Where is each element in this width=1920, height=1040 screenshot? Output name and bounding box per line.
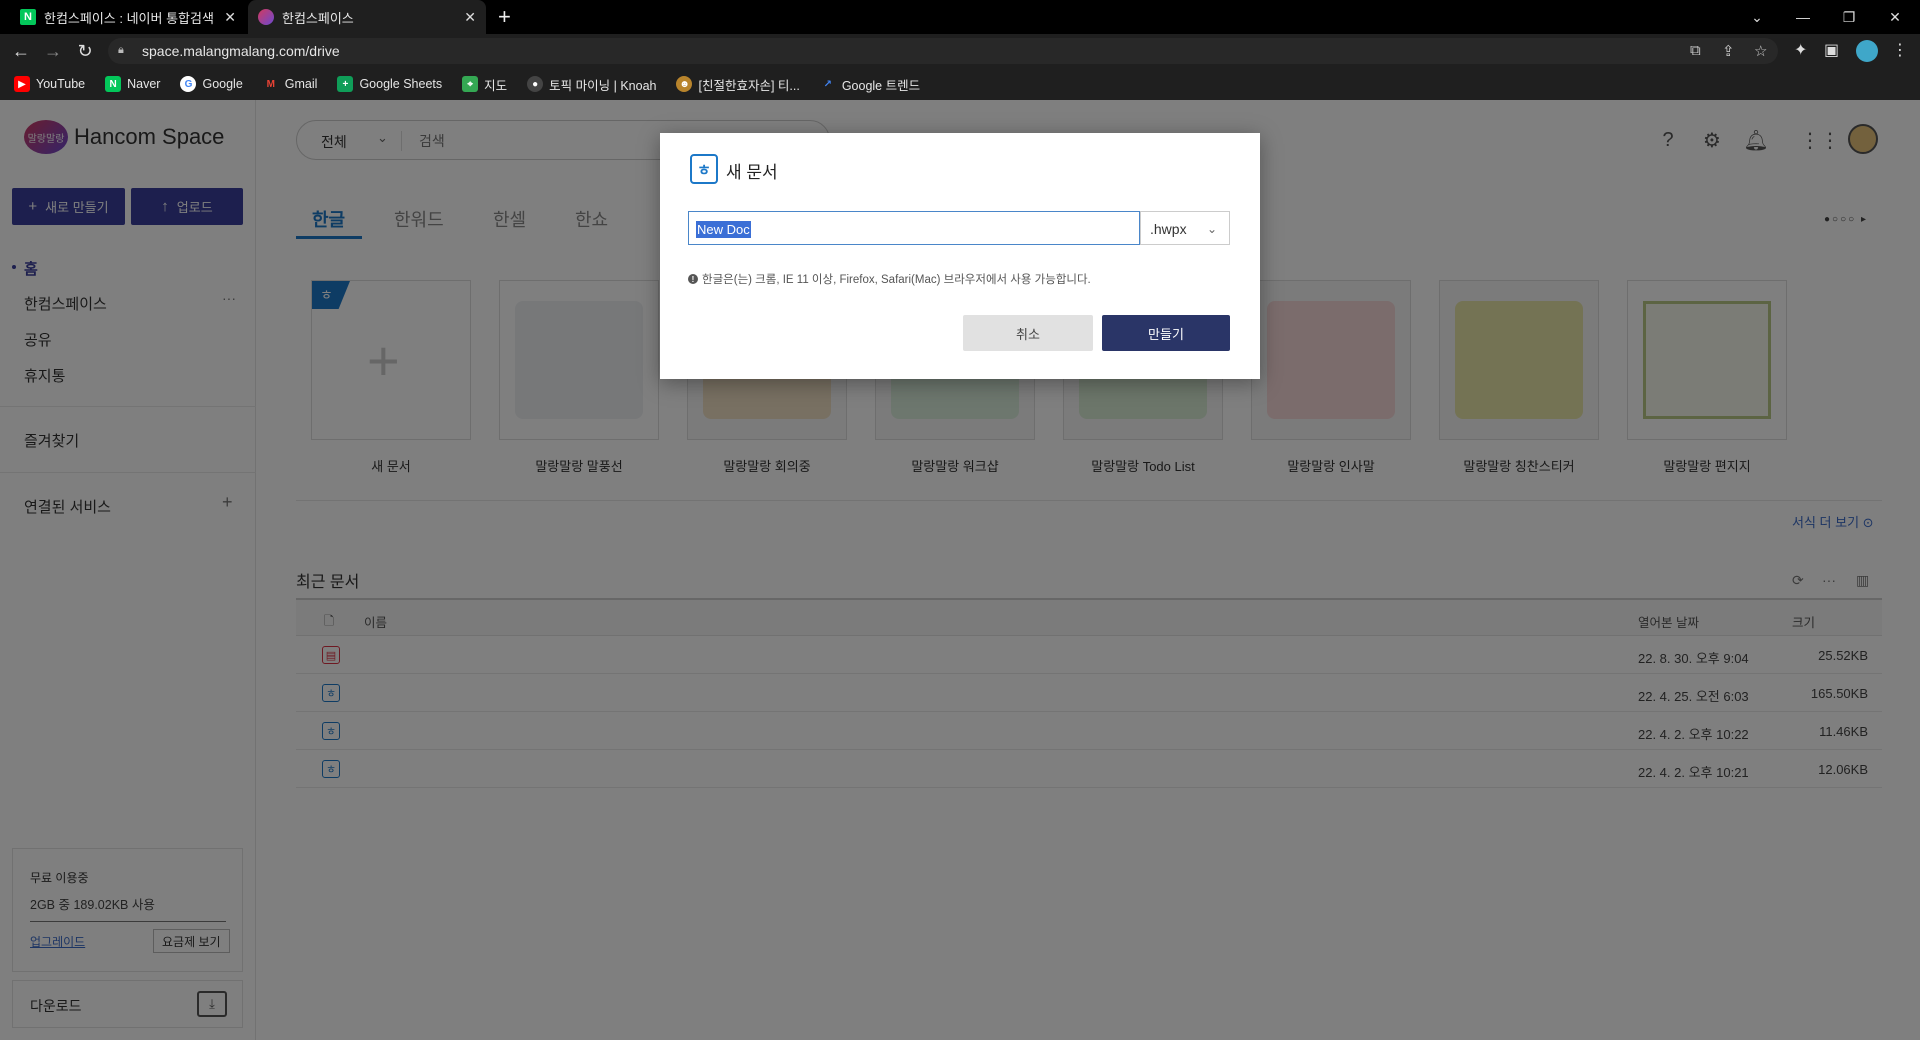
dialog-title: 새 문서 xyxy=(726,163,778,182)
side-panel-icon[interactable]: ▣ xyxy=(1824,40,1839,60)
bookmark-knoah[interactable]: ● 토픽 마이닝 | Knoah xyxy=(527,75,656,94)
back-icon[interactable]: ← xyxy=(10,40,32,62)
bookmark-label: Naver xyxy=(127,77,161,91)
extensions-icon[interactable]: ✦ xyxy=(1794,40,1807,60)
bookmark-tiger[interactable]: ☻ [친절한효자손] 티... xyxy=(676,75,800,94)
close-tab-icon[interactable]: ✕ xyxy=(224,9,236,26)
tab-title: 한컴스페이스 xyxy=(282,10,354,26)
info-icon: ! xyxy=(688,274,698,284)
new-document-dialog: ㅎ 새 문서 New Doc .hwpx ⌄ ! 한글은(는) 크롬, IE 1… xyxy=(660,133,1260,379)
minimize-icon[interactable]: — xyxy=(1780,0,1826,34)
bookmark-trends[interactable]: ↗ Google 트렌드 xyxy=(820,75,920,94)
extension-select[interactable]: .hwpx ⌄ xyxy=(1140,211,1230,245)
reload-icon[interactable]: ↻ xyxy=(74,40,96,62)
naver-icon: N xyxy=(105,76,122,92)
tiger-icon: ☻ xyxy=(676,76,693,92)
forward-icon[interactable]: → xyxy=(42,40,64,62)
tab-title: 한컴스페이스 : 네이버 통합검색 xyxy=(44,10,214,26)
bookmark-label: 지도 xyxy=(484,78,508,93)
new-tab-icon[interactable]: + xyxy=(498,4,511,30)
bookmark-naver[interactable]: N Naver xyxy=(105,76,160,92)
maps-icon: ⌖ xyxy=(462,76,479,92)
close-tab-icon[interactable]: ✕ xyxy=(464,9,476,26)
tab-search-icon[interactable]: ⌄ xyxy=(1734,0,1780,34)
close-window-icon[interactable]: ✕ xyxy=(1872,0,1918,34)
bookmark-maps[interactable]: ⌖ 지도 xyxy=(462,75,507,94)
notice-text: 한글은(는) 크롬, IE 11 이상, Firefox, Safari(Mac… xyxy=(702,274,1091,286)
bookmark-star-icon[interactable]: ☆ xyxy=(1754,42,1767,60)
profile-avatar[interactable] xyxy=(1856,40,1878,62)
youtube-icon: ▶ xyxy=(14,76,30,92)
chevron-down-icon: ⌄ xyxy=(1207,222,1218,236)
open-in-app-icon[interactable]: ⧉ xyxy=(1690,42,1701,59)
bookmark-label: Gmail xyxy=(284,77,318,91)
bookmark-youtube[interactable]: ▶ YouTube xyxy=(14,76,85,92)
knoah-icon: ● xyxy=(527,76,544,92)
bookmark-label: Google 트렌드 xyxy=(841,78,921,93)
bookmark-google[interactable]: G Google xyxy=(180,76,243,92)
browser-support-notice: ! 한글은(는) 크롬, IE 11 이상, Firefox, Safari(M… xyxy=(688,271,1091,287)
sheets-icon: + xyxy=(337,76,354,92)
address-bar-row: ← → ↻ 🔒︎ space.malangmalang.com/drive ⧉ … xyxy=(0,34,1920,68)
bookmark-label: [친절한효자손] 티... xyxy=(698,78,800,93)
browser-tab-hancom[interactable]: 한컴스페이스 ✕ xyxy=(248,0,486,34)
share-icon[interactable]: ⇪ xyxy=(1722,42,1735,60)
browser-menu-icon[interactable]: ⋮ xyxy=(1892,40,1908,60)
create-button[interactable]: 만들기 xyxy=(1102,315,1230,351)
bookmark-gmail[interactable]: M Gmail xyxy=(263,76,318,92)
hancom-favicon-icon xyxy=(258,9,274,25)
naver-favicon-icon: N xyxy=(20,9,36,25)
extension-value: .hwpx xyxy=(1150,221,1187,237)
bookmark-label: 토픽 마이닝 | Knoah xyxy=(549,78,657,93)
url-text: space.malangmalang.com/drive xyxy=(142,43,340,59)
filename-input[interactable] xyxy=(695,218,1125,240)
bookmarks-bar: ▶ YouTube N Naver G Google M Gmail + Google S… xyxy=(0,68,1920,100)
gmail-icon: M xyxy=(266,78,275,90)
bookmark-sheets[interactable]: + Google Sheets xyxy=(337,76,442,92)
filename-field[interactable]: New Doc xyxy=(688,211,1140,245)
cancel-button[interactable]: 취소 xyxy=(963,315,1093,351)
url-bar[interactable]: 🔒︎ space.malangmalang.com/drive ⧉ ⇪ ☆ xyxy=(108,38,1778,64)
bookmark-label: Google Sheets xyxy=(359,77,443,91)
browser-tab-bar: N 한컴스페이스 : 네이버 통합검색 ✕ 한컴스페이스 ✕ + ⌄ — ❐ ✕ xyxy=(0,0,1920,34)
lock-icon: 🔒︎ xyxy=(118,44,124,56)
trends-icon: ↗ xyxy=(823,78,832,90)
bookmark-label: YouTube xyxy=(36,77,86,91)
hangul-doc-icon: ㅎ xyxy=(690,154,718,184)
google-icon: G xyxy=(180,76,197,92)
bookmark-label: Google xyxy=(202,77,243,91)
restore-icon[interactable]: ❐ xyxy=(1826,0,1872,34)
browser-tab-naver[interactable]: N 한컴스페이스 : 네이버 통합검색 ✕ xyxy=(10,0,246,34)
